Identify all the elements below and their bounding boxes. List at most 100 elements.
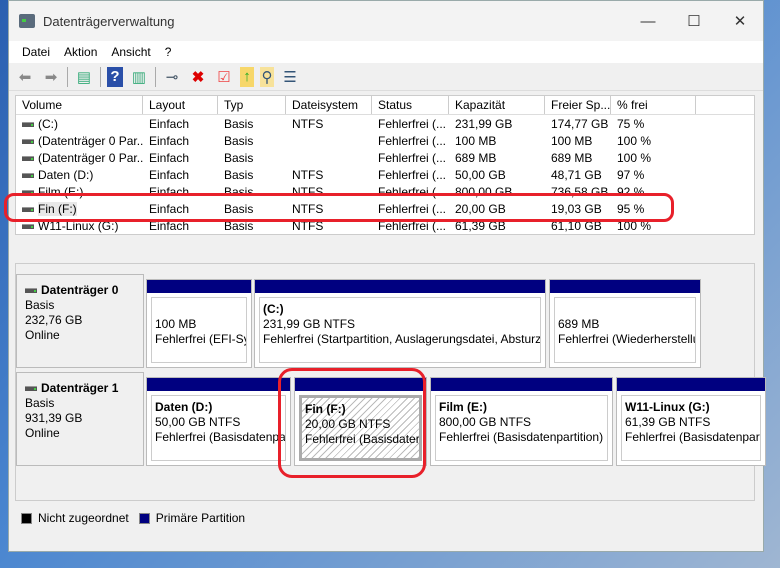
cell-text: 97 % — [617, 167, 645, 182]
connect-disk-icon[interactable]: ⊸ — [162, 67, 182, 87]
disk-name-text: Datenträger 0 — [41, 283, 119, 297]
cell: Basis — [218, 202, 286, 216]
disk-1-info[interactable]: Datenträger 1 Basis 931,39 GB Online — [16, 372, 144, 466]
cell-text: 75 % — [617, 116, 645, 131]
disk-icon — [25, 386, 37, 392]
partition[interactable]: 689 MB Fehlerfrei (Wiederherstellungspar… — [549, 279, 701, 368]
cell: 100 MB — [449, 134, 545, 148]
primary-partition-bar — [550, 280, 700, 293]
cell-text: Daten (D:) — [38, 167, 94, 182]
cell: Fehlerfrei (... — [372, 185, 449, 199]
search-folder-icon[interactable]: ⚲ — [260, 66, 274, 87]
cell: 92 % — [611, 185, 696, 199]
column-status[interactable]: Status — [372, 96, 449, 114]
legend-swatch-unallocated — [21, 512, 32, 524]
disk-management-icon — [19, 14, 35, 28]
drive-icon — [22, 223, 34, 229]
partition[interactable]: Daten (D:) 50,00 GB NTFS Fehlerfrei (Bas… — [146, 377, 291, 466]
column-volume[interactable]: Volume — [16, 96, 143, 114]
column-dateisystem[interactable]: Dateisystem — [286, 96, 372, 114]
cell-text: Einfach — [149, 150, 190, 165]
disk-0-info[interactable]: Datenträger 0 Basis 232,76 GB Online — [16, 274, 144, 368]
cell: NTFS — [286, 168, 372, 182]
volume-row[interactable]: (Datenträger 0 Par... Einfach Basis Fehlerf… — [16, 132, 754, 149]
cell-text: Basis — [224, 218, 254, 233]
partition[interactable]: W11-Linux (G:) 61,39 GB NTFS Fehlerfrei … — [616, 377, 766, 466]
menu-ansicht[interactable]: Ansicht — [104, 45, 157, 59]
column-kapazitaet[interactable]: Kapazität — [449, 96, 545, 114]
separator — [100, 66, 101, 87]
delete-icon[interactable]: ✖ — [188, 67, 208, 87]
show-pane-icon[interactable]: ▤ — [74, 67, 94, 87]
column-typ[interactable]: Typ — [218, 96, 286, 114]
cell-text: Basis — [224, 116, 254, 131]
column-prozent-frei[interactable]: % frei — [611, 96, 696, 114]
volume-name: (C:) — [16, 117, 143, 131]
cell: 75 % — [611, 117, 696, 131]
minimize-button[interactable]: — — [625, 1, 671, 41]
cell: 800,00 GB — [449, 185, 545, 199]
checklist-icon[interactable]: ☰ — [280, 67, 300, 87]
cell-text: 48,71 GB — [551, 167, 602, 182]
forward-icon[interactable]: ➡ — [41, 67, 61, 87]
menu-aktion[interactable]: Aktion — [57, 45, 104, 59]
cell-text: NTFS — [292, 218, 324, 233]
primary-partition-bar — [617, 378, 765, 391]
cell-text: 95 % — [617, 201, 645, 216]
cell-text: 800,00 GB — [455, 184, 513, 199]
partition-size: 100 MB — [155, 317, 197, 331]
disk-icon — [25, 288, 37, 294]
legend: Nicht zugeordnet Primäre Partition — [15, 507, 755, 529]
partition[interactable]: 100 MB Fehlerfrei (EFI-Systempartition) — [146, 279, 252, 368]
cell-text: Fehlerfrei (... — [378, 218, 447, 233]
help-icon[interactable]: ? — [107, 66, 123, 87]
partition[interactable]: Film (E:) 800,00 GB NTFS Fehlerfrei (Bas… — [430, 377, 613, 466]
cell-text: 689 MB — [455, 150, 497, 165]
cell-text: Film (E:) — [38, 184, 84, 199]
volume-row[interactable]: Daten (D:) Einfach Basis NTFS Fehlerfrei (..… — [16, 166, 754, 183]
close-button[interactable]: ✕ — [717, 1, 763, 41]
menu-help[interactable]: ? — [158, 45, 179, 59]
cell-text: Einfach — [149, 201, 190, 216]
cell-text: NTFS — [292, 116, 324, 131]
show-pane-right-icon[interactable]: ▥ — [129, 67, 149, 87]
column-layout[interactable]: Layout — [143, 96, 218, 114]
cell: Basis — [218, 134, 286, 148]
volume-row[interactable]: (Datenträger 0 Par... Einfach Basis Fehlerf… — [16, 149, 754, 166]
volume-row[interactable]: (C:) Einfach Basis NTFS Fehlerfrei (... 231,9… — [16, 115, 754, 132]
column-freier-speicher[interactable]: Freier Sp... — [545, 96, 611, 114]
volume-row[interactable]: Fin (F:) Einfach Basis NTFS Fehlerfrei (... 2… — [16, 200, 754, 217]
disk-management-window: Datenträgerverwaltung — ☐ ✕ Datei Aktion… — [8, 0, 766, 552]
partition[interactable]: (C:) 231,99 GB NTFS Fehlerfrei (Startpar… — [254, 279, 546, 368]
properties-icon[interactable]: ☑ — [214, 67, 234, 87]
primary-partition-bar — [431, 378, 612, 391]
disk-name: Datenträger 1 — [25, 381, 135, 396]
volume-row[interactable]: Film (E:) Einfach Basis NTFS Fehlerfrei (...… — [16, 183, 754, 200]
folder-up-icon[interactable]: ↑ — [240, 66, 254, 87]
cell-text: 736,58 GB — [551, 184, 609, 199]
partition-size: 61,39 GB NTFS — [625, 415, 711, 429]
cell-text: 100 MB — [551, 133, 593, 148]
back-icon[interactable]: ⬅ — [15, 67, 35, 87]
cell: 50,00 GB — [449, 168, 545, 182]
legend-primary: Primäre Partition — [155, 511, 246, 525]
cell-text: Einfach — [149, 167, 190, 182]
cell-text: 100 % — [617, 218, 652, 233]
cell-text: W11-Linux (G:) — [38, 218, 119, 233]
cell-text: NTFS — [292, 201, 324, 216]
partition-status: Fehlerfrei (EFI-Systempartition) — [155, 332, 246, 346]
cell-text: 231,99 GB — [455, 116, 513, 131]
partition-status: Fehlerfrei (Basisdatenpartition) — [305, 432, 422, 446]
partition-status: Fehlerfrei (Basisdatenpartition) — [625, 430, 761, 444]
cell: Fehlerfrei (... — [372, 219, 449, 233]
volume-row[interactable]: W11-Linux (G:) Einfach Basis NTFS Fehlerfrei… — [16, 217, 754, 234]
maximize-button[interactable]: ☐ — [671, 1, 717, 41]
disk-status: Online — [25, 328, 60, 342]
partition-size: 20,00 GB NTFS — [305, 417, 391, 431]
partition[interactable]: Fin (F:) 20,00 GB NTFS Fehlerfrei (Basis… — [294, 377, 427, 466]
drive-icon — [22, 172, 34, 178]
cell-text: Basis — [224, 167, 254, 182]
disk-type: Basis — [25, 396, 55, 410]
cell-text: Einfach — [149, 218, 190, 233]
menu-datei[interactable]: Datei — [15, 45, 57, 59]
